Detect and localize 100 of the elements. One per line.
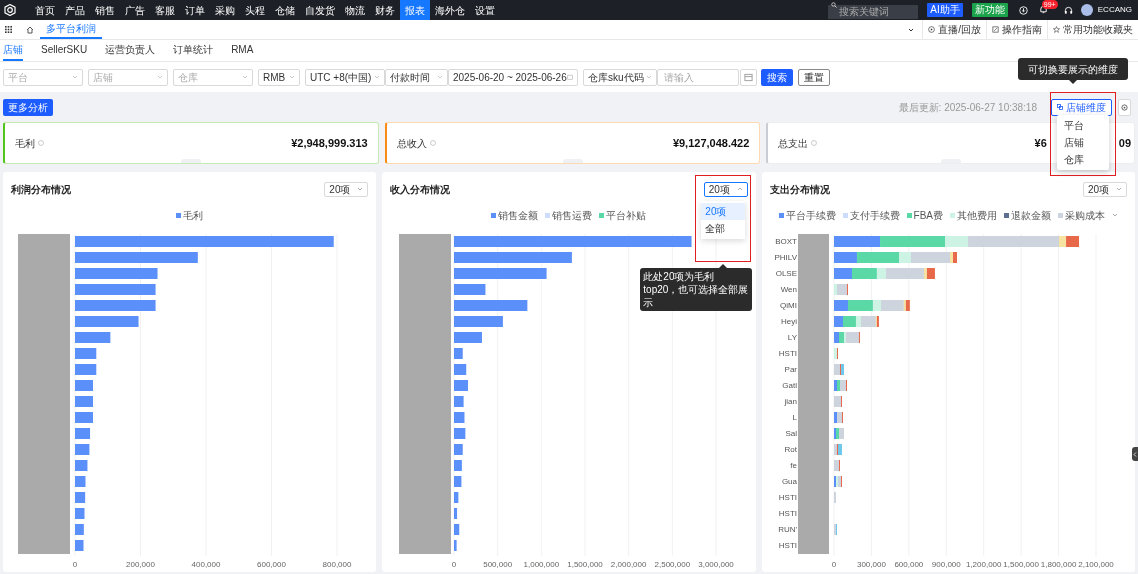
- search-icon: [831, 2, 838, 8]
- document-icon: [992, 26, 999, 33]
- axis-tick-label: 1,800,000: [1040, 560, 1076, 569]
- chevron-down-icon: [1116, 186, 1122, 192]
- nav-tab[interactable]: 广告: [120, 0, 150, 20]
- axis-tick-label: 1,500,000: [1003, 560, 1039, 569]
- nav-tab[interactable]: 头程: [240, 0, 270, 20]
- reset-button[interactable]: 重置: [798, 68, 830, 86]
- legend-label: 毛利: [183, 208, 204, 223]
- chevron-down-icon: [437, 74, 443, 80]
- play-circle-icon: [928, 26, 936, 33]
- nav-tab[interactable]: 自发货: [300, 0, 340, 20]
- kpi-label: 毛利: [15, 136, 35, 151]
- select-field[interactable]: 20项: [324, 181, 369, 197]
- select-field[interactable]: UTC +8(中国): [305, 68, 385, 86]
- sub-tab[interactable]: RMA: [231, 40, 254, 61]
- kpi-value: ¥6: [1034, 135, 1047, 151]
- chevron-down-icon: [357, 186, 364, 192]
- nav-tab[interactable]: 物流: [340, 0, 370, 20]
- kpi-value: 09: [1118, 135, 1131, 151]
- kpi-value: ¥9,127,048.422: [672, 135, 750, 151]
- menu-option[interactable]: 仓库: [1057, 151, 1109, 168]
- select-field[interactable]: RMB: [258, 68, 300, 86]
- legend-label: 销售金额: [498, 208, 539, 223]
- select-field[interactable]: 20项: [703, 181, 748, 197]
- user-name[interactable]: ECCANG: [1097, 4, 1132, 16]
- home-icon[interactable]: [26, 25, 34, 34]
- chevron-down-icon: [646, 74, 652, 80]
- axis-category-label: Gua: [781, 477, 797, 486]
- legend-label: FBA费: [913, 208, 944, 223]
- menu-option[interactable]: 店铺: [1057, 134, 1109, 151]
- menu-option[interactable]: 全部: [701, 220, 746, 237]
- axis-category-label: HSTI: [778, 349, 797, 358]
- kpi-label: 总收入: [396, 136, 427, 151]
- chart-title: 收入分布情况: [390, 182, 451, 197]
- nav-tab[interactable]: 报表: [400, 0, 430, 20]
- legend-swatch: [545, 212, 551, 218]
- axis-tick-label: 500,000: [483, 560, 513, 569]
- axis-tick-label: 600,000: [257, 560, 286, 569]
- axis-category-label: LY: [787, 333, 797, 342]
- nav-tab[interactable]: 销售: [90, 0, 120, 20]
- legend-swatch: [176, 212, 182, 218]
- link-icon: [1057, 104, 1063, 110]
- nav-tab[interactable]: 设置: [470, 0, 500, 20]
- axis-category-label: BOXT: [774, 237, 797, 246]
- apps-grid-icon[interactable]: [5, 26, 12, 33]
- axis-category-label: PHILV: [774, 253, 797, 262]
- axis-tick-label: 400,000: [191, 560, 221, 569]
- headset-icon[interactable]: [1063, 5, 1073, 15]
- kpi-label: 总支出: [778, 136, 809, 151]
- menu-option[interactable]: 平台: [1057, 117, 1109, 134]
- legend-swatch: [1004, 212, 1010, 218]
- settings-button[interactable]: [1118, 98, 1131, 116]
- nav-tab[interactable]: 仓储: [270, 0, 300, 20]
- axis-category-label: HSTI: [778, 541, 797, 550]
- chevron-down-icon: [242, 74, 248, 80]
- logo-icon[interactable]: [4, 4, 16, 16]
- axis-tick-label: 200,000: [126, 560, 155, 569]
- select-field[interactable]: 付款时间: [385, 68, 448, 86]
- more-analysis-button[interactable]: 更多分析: [3, 98, 53, 116]
- nav-tab[interactable]: 产品: [60, 0, 90, 20]
- search-button[interactable]: 搜索: [761, 68, 793, 86]
- nav-tab[interactable]: 客服: [150, 0, 180, 20]
- axis-tick-label: 3,000,000: [698, 560, 735, 569]
- nav-tab[interactable]: 海外仓: [430, 0, 470, 20]
- select-field[interactable]: 20项: [1083, 181, 1127, 197]
- toolbar-link[interactable]: 常用功能收藏夹: [1063, 22, 1133, 37]
- axis-category-label: L: [792, 413, 797, 422]
- legend-swatch: [842, 212, 848, 218]
- chevron-down-icon[interactable]: [908, 26, 915, 33]
- ai-assistant-button[interactable]: AI助手: [927, 3, 963, 17]
- toolbar-link[interactable]: 操作指南: [1002, 22, 1042, 37]
- toolbar-link[interactable]: 直播/回放: [938, 22, 981, 37]
- axis-tick-label: 1,000,000: [523, 560, 560, 569]
- avatar[interactable]: [1080, 4, 1093, 16]
- sub-tab[interactable]: 运营负责人: [105, 40, 156, 61]
- nav-tab[interactable]: 采购: [210, 0, 240, 20]
- axis-category-label: QiMI: [779, 301, 797, 310]
- select-field[interactable]: 仓库sku代码: [583, 68, 657, 86]
- axis-category-label: Rot: [784, 445, 797, 454]
- legend-swatch: [599, 212, 605, 218]
- nav-tab[interactable]: 财务: [370, 0, 400, 20]
- chevron-down-icon: [72, 74, 78, 80]
- sub-tab[interactable]: 订单统计: [173, 40, 214, 61]
- download-icon[interactable]: [1018, 5, 1028, 15]
- legend-label: 其他费用: [957, 208, 998, 223]
- side-handle[interactable]: [1132, 447, 1138, 461]
- nav-tab[interactable]: 首页: [30, 0, 60, 20]
- axis-category-label: HSTI: [778, 509, 797, 518]
- axis-tick-label: 0: [831, 560, 836, 569]
- axis-tick-label: 2,100,000: [1077, 560, 1114, 569]
- legend-swatch: [1058, 212, 1064, 218]
- menu-option[interactable]: 20项: [701, 203, 746, 220]
- nav-tab[interactable]: 订单: [180, 0, 210, 20]
- sub-tab[interactable]: SellerSKU: [41, 40, 88, 61]
- search-field[interactable]: 搜索关键词: [828, 4, 919, 19]
- axis-category-label: HSTI: [778, 493, 797, 502]
- date-range-field[interactable]: 2025-06-20 ~ 2025-06-26: [448, 68, 578, 86]
- dimension-button[interactable]: 店铺维度: [1051, 98, 1112, 116]
- axis-category-label: Wen: [780, 285, 797, 294]
